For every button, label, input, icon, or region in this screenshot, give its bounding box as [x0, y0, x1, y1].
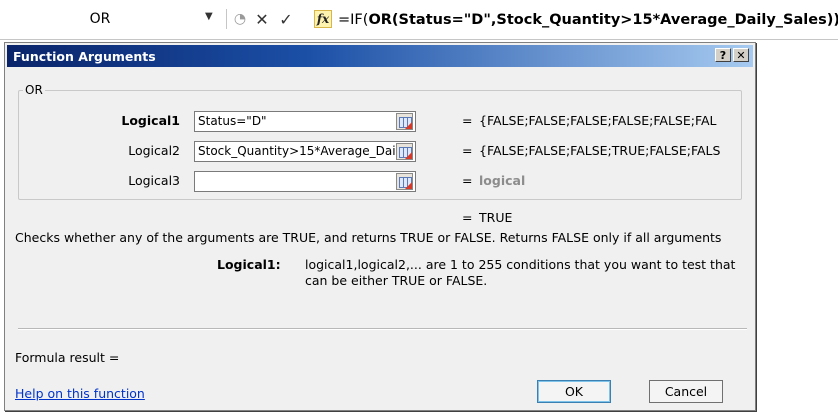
formula-bar: OR ▼ ◔ ✕ ✓ fx =IF(OR(Status="D",Stock_Qu… — [0, 0, 838, 40]
help-icon[interactable]: ? — [715, 48, 731, 62]
function-arguments-dialog: Function Arguments ? ✕ OR Logical1 Statu… — [4, 42, 756, 411]
argument-row-logical3: Logical3 = logical — [18, 171, 742, 193]
logical2-input[interactable]: Stock_Quantity>15*Average_Daily — [194, 141, 416, 162]
insert-function-icon[interactable]: fx — [314, 10, 332, 28]
worksheet-area — [760, 41, 838, 413]
cancel-button[interactable]: Cancel — [649, 380, 723, 403]
argument-result: {FALSE;FALSE;FALSE;TRUE;FALSE;FALS — [479, 143, 721, 158]
enter-formula-button[interactable]: ✓ — [276, 7, 296, 31]
cell-reference-collapse-icon[interactable] — [396, 113, 413, 130]
argument-equals: = — [462, 113, 473, 128]
help-on-function-link[interactable]: Help on this function — [15, 386, 145, 401]
formula-prefix: =IF( — [338, 12, 369, 28]
function-group-label: OR — [23, 83, 45, 97]
argument-row-logical1: Logical1 Status="D" = {FALSE;FALSE;FALSE… — [18, 111, 742, 133]
dialog-titlebar[interactable]: Function Arguments ? ✕ — [7, 45, 753, 67]
argument-equals: = — [462, 143, 473, 158]
name-box-dropdown-icon[interactable]: ▼ — [205, 11, 213, 22]
argument-result: {FALSE;FALSE;FALSE;FALSE;FALSE;FAL — [479, 113, 717, 128]
ok-button[interactable]: OK — [537, 380, 611, 403]
argument-help-name: Logical1: — [217, 257, 281, 272]
argument-equals: = — [462, 173, 473, 188]
argument-label: Logical2 — [128, 143, 180, 158]
argument-row-logical2: Logical2 Stock_Quantity>15*Average_Daily… — [18, 141, 742, 163]
argument-help-text: logical1,logical2,... are 1 to 255 condi… — [305, 257, 736, 288]
logical3-input[interactable] — [194, 171, 416, 192]
formula-active-function: OR(Status="D",Stock_Quantity>15*Average_… — [368, 12, 838, 28]
argument-label: Logical3 — [128, 173, 180, 188]
argument-label: Logical1 — [121, 113, 180, 128]
divider — [18, 328, 747, 330]
logical1-input[interactable]: Status="D" — [194, 111, 416, 132]
cell-reference-collapse-icon[interactable] — [396, 143, 413, 160]
argument-result: logical — [479, 173, 526, 188]
function-description: Checks whether any of the arguments are … — [15, 230, 722, 245]
close-icon[interactable]: ✕ — [733, 48, 749, 62]
cancel-formula-button[interactable]: ✕ — [252, 7, 272, 31]
formula-input[interactable]: =IF(OR(Status="D",Stock_Quantity>15*Aver… — [338, 8, 838, 32]
overall-result-equals: = — [462, 210, 473, 225]
dialog-title: Function Arguments — [13, 48, 156, 64]
formula-bar-grip-icon: ◔ — [233, 11, 247, 27]
name-box[interactable]: OR — [0, 7, 200, 31]
formula-bar-divider — [226, 9, 227, 29]
cell-reference-collapse-icon[interactable] — [396, 173, 413, 190]
formula-result-label: Formula result = — [15, 350, 120, 365]
overall-result-value: TRUE — [479, 210, 513, 225]
